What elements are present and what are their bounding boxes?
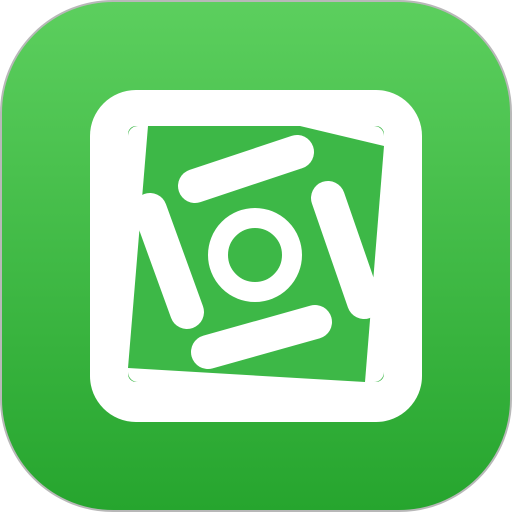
app-icon[interactable] [0, 0, 512, 512]
pinwheel-camera-icon [0, 0, 512, 512]
